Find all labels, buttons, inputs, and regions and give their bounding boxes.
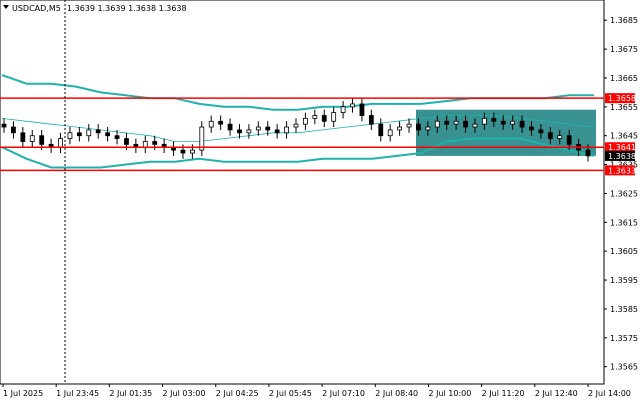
candle-body (416, 123, 421, 131)
x-tick-label: 2 Jul 12:40 (535, 389, 578, 398)
symbol-title: USDCAD,M5 (12, 4, 61, 13)
y-tick-label: 1.3595 (610, 276, 638, 285)
y-tick-label: 1.3585 (610, 305, 638, 314)
candle-body (557, 135, 563, 139)
candle-body (265, 126, 271, 131)
y-tick-label: 1.3565 (610, 363, 638, 372)
candle-body (538, 129, 544, 134)
candle-body (142, 141, 148, 148)
candle-body (208, 120, 214, 128)
candle-body (218, 120, 224, 125)
candle-body (491, 117, 497, 122)
candle-body (434, 120, 440, 128)
candle-body (359, 103, 365, 116)
candle-body (472, 123, 478, 128)
candle-body (255, 126, 261, 131)
candle-body (95, 129, 101, 134)
current-price-label: 1.3638 (608, 152, 636, 161)
candle-body (425, 126, 431, 131)
price-chart[interactable]: 1.36851.36751.36651.36551.36451.36351.36… (0, 0, 640, 401)
candle-body (387, 129, 393, 137)
level-price-label: 1.3633 (608, 166, 636, 175)
y-tick-label: 1.3655 (610, 103, 638, 112)
candle-body (519, 120, 525, 128)
candle-body (180, 149, 186, 154)
candle-body (11, 126, 16, 134)
candle-body (124, 138, 129, 145)
candle-body (312, 115, 318, 119)
level-price-label: 1.3641 (608, 143, 636, 152)
chart-header: USDCAD,M5 1.3639 1.3639 1.3638 1.3638 (3, 4, 187, 13)
y-tick-label: 1.3615 (610, 218, 638, 227)
candle-body (76, 132, 82, 137)
x-tick-label: 2 Jul 07:10 (322, 389, 365, 398)
candle-body (227, 123, 233, 131)
candle-body (39, 135, 45, 145)
candle-body (463, 120, 468, 128)
x-tick-label: 2 Jul 10:00 (428, 389, 471, 398)
candle-body (274, 129, 280, 134)
y-tick-label: 1.3605 (610, 247, 638, 256)
candle-body (547, 132, 553, 139)
x-tick-label: 2 Jul 14:00 (588, 389, 631, 398)
candle-body (303, 117, 308, 125)
candle-body (406, 123, 412, 128)
x-tick-label: 2 Jul 11:20 (482, 389, 525, 398)
candle-body (237, 129, 242, 134)
candle-body (444, 120, 450, 125)
candle-body (1, 123, 7, 128)
candle-body (566, 135, 572, 145)
candle-body (368, 115, 374, 125)
candle-body (500, 120, 506, 125)
x-tick-label: 2 Jul 01:35 (109, 389, 152, 398)
y-tick-label: 1.3675 (610, 45, 638, 54)
candle-body (340, 106, 346, 114)
candle-body (293, 123, 299, 128)
candle-body (481, 117, 487, 125)
candle-body (152, 141, 158, 145)
candle-body (510, 120, 516, 125)
candle-body (331, 112, 337, 122)
candle-body (529, 126, 534, 131)
candle-body (86, 129, 92, 137)
candle-body (114, 135, 120, 139)
candle-body (585, 149, 591, 157)
candle-body (246, 129, 252, 134)
candle-body (189, 149, 195, 154)
x-tick-label: 2 Jul 04:25 (216, 389, 259, 398)
y-tick-label: 1.3625 (610, 189, 638, 198)
candle-body (350, 103, 355, 108)
candle-body (453, 120, 459, 125)
x-tick-label: 2 Jul 05:45 (269, 389, 312, 398)
candle-body (105, 132, 111, 137)
x-tick-label: 1 Jul 2025 (3, 389, 43, 398)
x-tick-label: 1 Jul 23:45 (56, 389, 99, 398)
candle-body (284, 126, 289, 134)
candle-body (29, 135, 35, 142)
candle-body (397, 126, 403, 131)
y-tick-label: 1.3665 (610, 74, 638, 83)
candle-body (20, 132, 26, 142)
y-tick-label: 1.3645 (610, 132, 638, 141)
candle-body (58, 138, 63, 148)
candle-body (67, 132, 73, 139)
y-tick-label: 1.3575 (610, 334, 638, 343)
x-tick-label: 2 Jul 03:00 (163, 389, 206, 398)
x-tick-label: 2 Jul 08:40 (375, 389, 418, 398)
ohlc-values: 1.3639 1.3639 1.3638 1.3638 (67, 4, 187, 13)
candle-body (321, 115, 327, 122)
candle-body (378, 123, 384, 137)
level-price-label: 1.3658 (608, 94, 636, 103)
y-tick-label: 1.3685 (610, 16, 638, 25)
